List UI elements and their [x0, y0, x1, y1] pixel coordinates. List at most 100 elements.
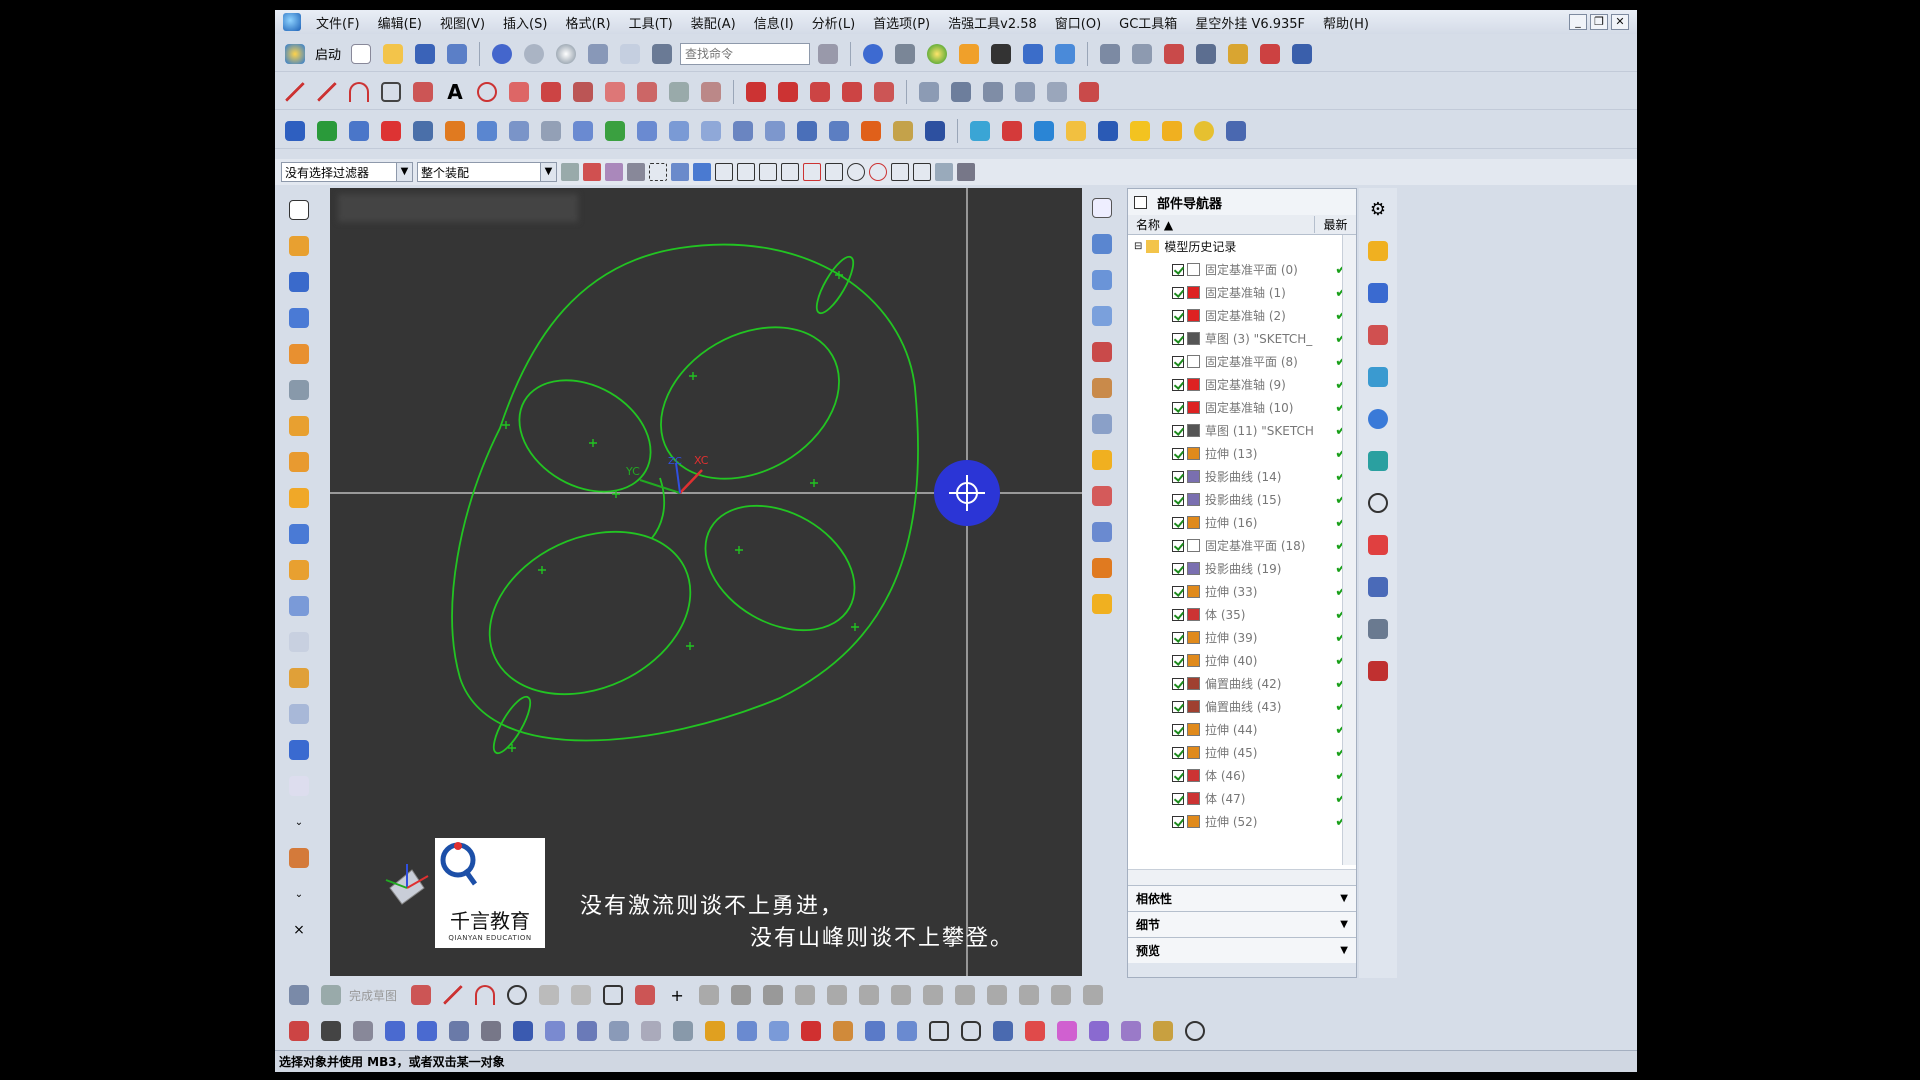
offset-curve-icon[interactable]	[505, 78, 533, 106]
view-rotate-icon[interactable]	[1051, 40, 1079, 68]
feature-visibility-checkbox[interactable]	[1172, 470, 1184, 483]
show-constraints-icon[interactable]	[951, 981, 979, 1009]
background-color-icon[interactable]	[987, 40, 1015, 68]
snap-center-icon[interactable]	[847, 163, 865, 181]
tree-feature-row[interactable]: 体 (35) ✔	[1128, 603, 1356, 626]
feature-visibility-checkbox[interactable]	[1172, 585, 1184, 598]
tree-feature-row[interactable]: 拉伸 (44) ✔	[1128, 718, 1356, 741]
menu-assembly[interactable]: 装配(A)	[682, 13, 745, 32]
upper-left-lobe[interactable]	[499, 358, 670, 515]
feature-visibility-checkbox[interactable]	[1172, 769, 1184, 782]
model-cube-icon[interactable]	[284, 844, 314, 872]
feature-visibility-checkbox[interactable]	[1172, 654, 1184, 667]
details-panel[interactable]: 细节 ▼	[1128, 911, 1356, 937]
scope-dropdown[interactable]: 整个装配 ▼	[417, 162, 557, 182]
extrude-feature-icon[interactable]	[281, 117, 309, 145]
filter-icon[interactable]	[605, 163, 623, 181]
auto-constrain-icon[interactable]	[919, 981, 947, 1009]
draft-icon[interactable]	[633, 117, 661, 145]
intersect-curve-icon[interactable]	[601, 78, 629, 106]
mirror-icon[interactable]	[377, 117, 405, 145]
screen-capture-icon[interactable]	[1094, 117, 1122, 145]
open-book-orange-icon[interactable]	[1087, 554, 1117, 582]
feature-visibility-checkbox[interactable]	[1172, 447, 1184, 460]
highlight-icon[interactable]	[955, 40, 983, 68]
attach-icon[interactable]	[861, 1017, 889, 1045]
chamfer-icon[interactable]	[601, 117, 629, 145]
feature-visibility-checkbox[interactable]	[1172, 562, 1184, 575]
copy-move-icon[interactable]	[477, 1017, 505, 1045]
patch-icon[interactable]	[669, 1017, 697, 1045]
tree-feature-row[interactable]: 固定基准平面 (8) ✔	[1128, 350, 1356, 373]
name-icon[interactable]	[921, 117, 949, 145]
snap-quadrant-icon[interactable]	[869, 163, 887, 181]
measure-distance-icon[interactable]	[1192, 40, 1220, 68]
reuse-library-icon[interactable]	[1363, 362, 1393, 392]
start-icon[interactable]	[281, 40, 309, 68]
manufacturing-wizard-icon[interactable]	[1363, 614, 1393, 644]
snap-face-icon[interactable]	[935, 163, 953, 181]
mf-icon[interactable]	[966, 117, 994, 145]
stack-icon[interactable]	[284, 412, 314, 440]
tree-root-row[interactable]: ⊟ 模型历史记录	[1128, 235, 1356, 258]
assembly-icon[interactable]	[284, 664, 314, 692]
shaded-view-icon[interactable]	[891, 40, 919, 68]
wire-view-icon[interactable]	[1087, 410, 1117, 438]
column-name-header[interactable]: 名称 ▲	[1128, 216, 1314, 233]
feature-visibility-checkbox[interactable]	[1172, 539, 1184, 552]
copy-icon[interactable]	[616, 40, 644, 68]
line-icon[interactable]	[281, 78, 309, 106]
bookmark-icon[interactable]	[1087, 446, 1117, 474]
view-orient-icon[interactable]	[1019, 40, 1047, 68]
line-2-icon[interactable]	[313, 78, 341, 106]
delete-icon[interactable]	[317, 1017, 345, 1045]
hexagon-icon[interactable]	[957, 1017, 985, 1045]
lower-right-lobe[interactable]	[683, 480, 877, 655]
lower-left-lobe[interactable]	[463, 501, 717, 726]
tree-feature-row[interactable]: 固定基准平面 (0) ✔	[1128, 258, 1356, 281]
pen-icon[interactable]	[1149, 1017, 1177, 1045]
red-cube-icon[interactable]	[797, 1017, 825, 1045]
x-axis-icon[interactable]: ⨯	[284, 916, 314, 944]
process-studio-icon[interactable]	[1363, 572, 1393, 602]
rectangle-icon[interactable]	[377, 78, 405, 106]
tree-feature-row[interactable]: 偏置曲线 (42) ✔	[1128, 672, 1356, 695]
sketch-fillet-icon[interactable]	[535, 981, 563, 1009]
clip-view-icon[interactable]	[1087, 374, 1117, 402]
nx-app-icon[interactable]	[283, 13, 301, 31]
tree-feature-row[interactable]: 固定基准平面 (18) ✔	[1128, 534, 1356, 557]
finish-sketch-icon[interactable]	[317, 981, 345, 1009]
wave-icon[interactable]	[1117, 1017, 1145, 1045]
tree-feature-row[interactable]: 偏置曲线 (43) ✔	[1128, 695, 1356, 718]
select-all-icon[interactable]	[627, 163, 645, 181]
through-curves-icon[interactable]	[947, 78, 975, 106]
layer-settings-icon[interactable]	[1096, 40, 1124, 68]
extract-curve-icon[interactable]	[665, 78, 693, 106]
stamp-icon[interactable]	[509, 1017, 537, 1045]
layer-move-icon[interactable]	[1128, 40, 1156, 68]
tree-feature-row[interactable]: 拉伸 (16) ✔	[1128, 511, 1356, 534]
note-icon[interactable]	[1126, 117, 1154, 145]
sort-icon[interactable]	[1222, 117, 1250, 145]
tree-feature-row[interactable]: 拉伸 (40) ✔	[1128, 649, 1356, 672]
menu-haoqiang-tools[interactable]: 浩强工具v2.58	[939, 13, 1046, 32]
extend-icon[interactable]	[989, 1017, 1017, 1045]
minimize-button[interactable]: _	[1569, 14, 1587, 30]
menu-window[interactable]: 窗口(O)	[1046, 13, 1110, 32]
snap-spline-icon[interactable]	[803, 163, 821, 181]
sketch-arc-icon[interactable]	[471, 981, 499, 1009]
menu-insert[interactable]: 插入(S)	[494, 13, 556, 32]
feature-visibility-checkbox[interactable]	[1172, 286, 1184, 299]
layer-stack-icon[interactable]	[1030, 117, 1058, 145]
groove-icon[interactable]	[505, 117, 533, 145]
sheet-icon[interactable]	[284, 772, 314, 800]
transform-icon[interactable]	[1085, 1017, 1113, 1045]
offset-face-icon[interactable]	[793, 117, 821, 145]
roles-icon[interactable]	[1363, 656, 1393, 686]
select-icon[interactable]	[648, 40, 676, 68]
move-handle-icon[interactable]	[934, 460, 1000, 526]
moon-icon[interactable]	[1190, 117, 1218, 145]
profile-icon[interactable]	[407, 981, 435, 1009]
menu-xingkong-plugin[interactable]: 星空外挂 V6.935F	[1186, 13, 1314, 32]
snap-endpoint-icon[interactable]	[715, 163, 733, 181]
